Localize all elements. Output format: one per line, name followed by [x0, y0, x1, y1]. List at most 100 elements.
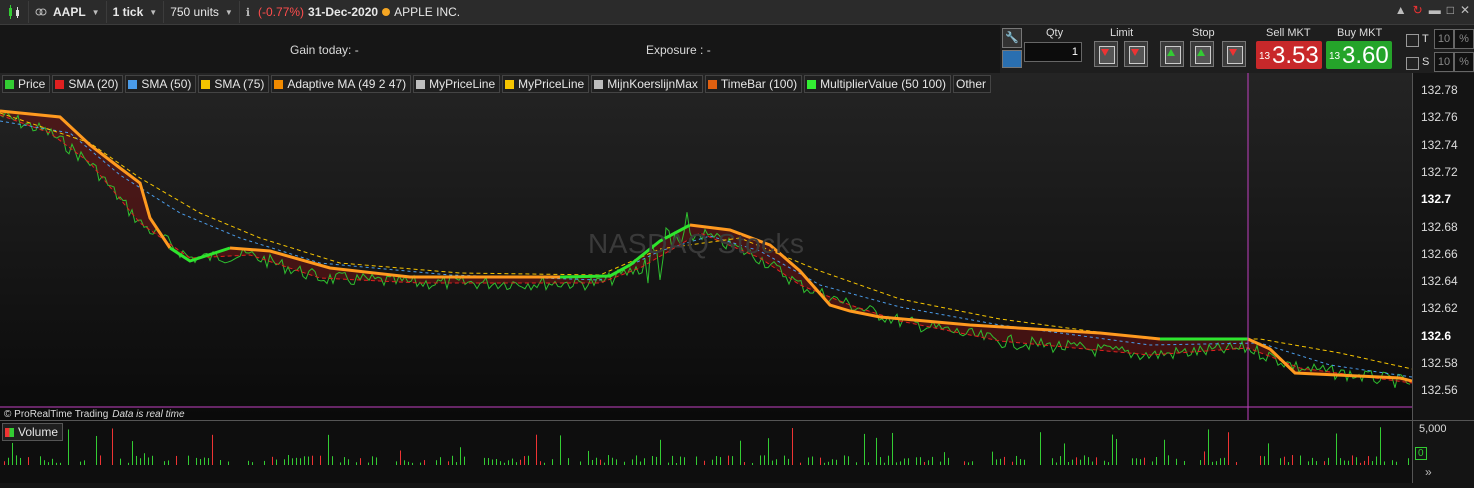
volume-bar: [420, 462, 421, 465]
legend-swatch: [128, 79, 138, 89]
volume-bar: [464, 456, 465, 465]
volume-bar: [272, 456, 273, 465]
volume-bar: [368, 462, 369, 465]
volume-bar: [720, 457, 721, 465]
sync-icon[interactable]: ↻: [1413, 3, 1423, 17]
volume-bar: [1144, 457, 1145, 465]
volume-bar: [1020, 459, 1021, 465]
volume-bar: [1268, 443, 1269, 465]
limit-sell-button[interactable]: [1094, 41, 1118, 67]
interval-dropdown[interactable]: 1 tick ▼: [107, 1, 165, 23]
volume-bar: [12, 442, 13, 465]
volume-bar: [1200, 460, 1201, 465]
legend-item-6[interactable]: MyPriceLine: [502, 75, 590, 93]
order-panel: 🔧 Qty Limit Stop Sell MKT 13 3.53 Buy MK…: [1000, 25, 1474, 73]
legend-item-3[interactable]: SMA (75): [198, 75, 270, 93]
volume-bar: [520, 459, 521, 465]
volume-bar: [1292, 455, 1293, 465]
legend-item-5[interactable]: MyPriceLine: [413, 75, 501, 93]
volume-bar: [632, 459, 633, 465]
units-dropdown[interactable]: 750 units ▼: [164, 1, 240, 23]
stop-buy-edit-button[interactable]: [1190, 41, 1214, 67]
stop-buy-button[interactable]: [1160, 41, 1184, 67]
volume-bar: [1012, 461, 1013, 465]
chart-type-icon[interactable]: [0, 1, 29, 23]
info-icon[interactable]: ℹ: [246, 6, 250, 19]
symbol-dropdown[interactable]: AAPL ▼: [29, 1, 107, 23]
volume-bar: [772, 460, 773, 465]
s-checkbox[interactable]: [1406, 57, 1419, 70]
volume-bar: [544, 462, 545, 465]
t-checkbox[interactable]: [1406, 34, 1419, 47]
volume-bar: [1216, 461, 1217, 465]
chevron-down-icon: ▼: [91, 7, 100, 17]
legend-item-1[interactable]: SMA (20): [52, 75, 124, 93]
s-percent-box[interactable]: %: [1454, 52, 1474, 72]
qty-input[interactable]: [1024, 42, 1082, 62]
maximize-icon[interactable]: □: [1447, 3, 1454, 17]
legend-item-0[interactable]: Price: [2, 75, 51, 93]
volume-bar: [844, 455, 845, 465]
change-percent: (-0.77%): [258, 5, 305, 19]
price-axis[interactable]: 132.78 132.76 132.74 132.72 132.7 132.68 132.6…: [1412, 73, 1474, 433]
volume-swatch: [5, 427, 14, 437]
legend-item-7[interactable]: MijnKoerslijnMax: [591, 75, 703, 93]
volume-bar: [540, 461, 541, 465]
volume-bar: [396, 461, 397, 465]
data-credits: © ProRealTime Trading Data is real time: [4, 409, 185, 420]
volume-bar: [504, 462, 505, 465]
wrench-icon[interactable]: 🔧: [1002, 28, 1022, 48]
t-value-input[interactable]: 10: [1434, 29, 1454, 49]
volume-bar: [924, 461, 925, 465]
volume-bar: [56, 462, 57, 465]
volume-bar: [600, 459, 601, 465]
minimize-icon[interactable]: ▬: [1429, 3, 1441, 17]
price-axis-tick: 132.78: [1421, 83, 1458, 97]
legend-item-8[interactable]: TimeBar (100): [704, 75, 803, 93]
legend-item-10[interactable]: Other: [952, 75, 991, 93]
scroll-up-icon[interactable]: ▲: [1395, 3, 1407, 17]
volume-bar: [824, 462, 825, 465]
limit-sell-edit-button[interactable]: [1124, 41, 1148, 67]
price-axis-tick: 132.62: [1421, 301, 1458, 316]
volume-bar: [60, 462, 61, 465]
volume-bar: [1344, 460, 1345, 465]
volume-panel[interactable]: [0, 420, 1412, 483]
volume-bar: [320, 455, 321, 465]
sell-market-button[interactable]: 13 3.53: [1256, 41, 1322, 69]
volume-legend[interactable]: Volume: [2, 423, 64, 441]
volume-bar: [920, 457, 921, 465]
stop-order-button[interactable]: [1222, 41, 1246, 67]
legend-label: MultiplierValue (50 100): [820, 77, 946, 91]
volume-bar: [644, 458, 645, 465]
volume-bar: [1052, 458, 1053, 465]
legend-item-2[interactable]: SMA (50): [125, 75, 197, 93]
volume-bar: [1316, 461, 1317, 465]
volume-bar: [1336, 433, 1337, 465]
volume-bar: [220, 460, 221, 465]
legend-swatch: [416, 79, 426, 89]
volume-bar: [904, 458, 905, 465]
realtime-status: Data is real time: [112, 409, 185, 420]
volume-bar: [652, 456, 653, 465]
expand-icon[interactable]: »: [1425, 465, 1432, 479]
volume-bar: [1088, 457, 1089, 465]
t-percent-box[interactable]: %: [1454, 29, 1474, 49]
volume-bar: [588, 450, 589, 465]
legend-item-4[interactable]: Adaptive MA (49 2 47): [271, 75, 412, 93]
volume-bar: [80, 461, 81, 465]
volume-bar: [1308, 461, 1309, 465]
legend-item-9[interactable]: MultiplierValue (50 100): [804, 75, 951, 93]
volume-bar: [1116, 438, 1117, 465]
volume-bar: [44, 460, 45, 465]
legend-swatch: [505, 79, 515, 89]
t-label: T: [1422, 33, 1429, 45]
close-icon[interactable]: ✕: [1460, 3, 1470, 17]
s-value-input[interactable]: 10: [1434, 52, 1454, 72]
legend-label: MyPriceLine: [429, 77, 496, 91]
volume-bar: [1236, 462, 1237, 465]
volume-bar: [968, 462, 969, 465]
buy-market-button[interactable]: 13 3.60: [1326, 41, 1392, 69]
keyboard-icon[interactable]: [1002, 50, 1022, 68]
volume-bar: [568, 458, 569, 465]
